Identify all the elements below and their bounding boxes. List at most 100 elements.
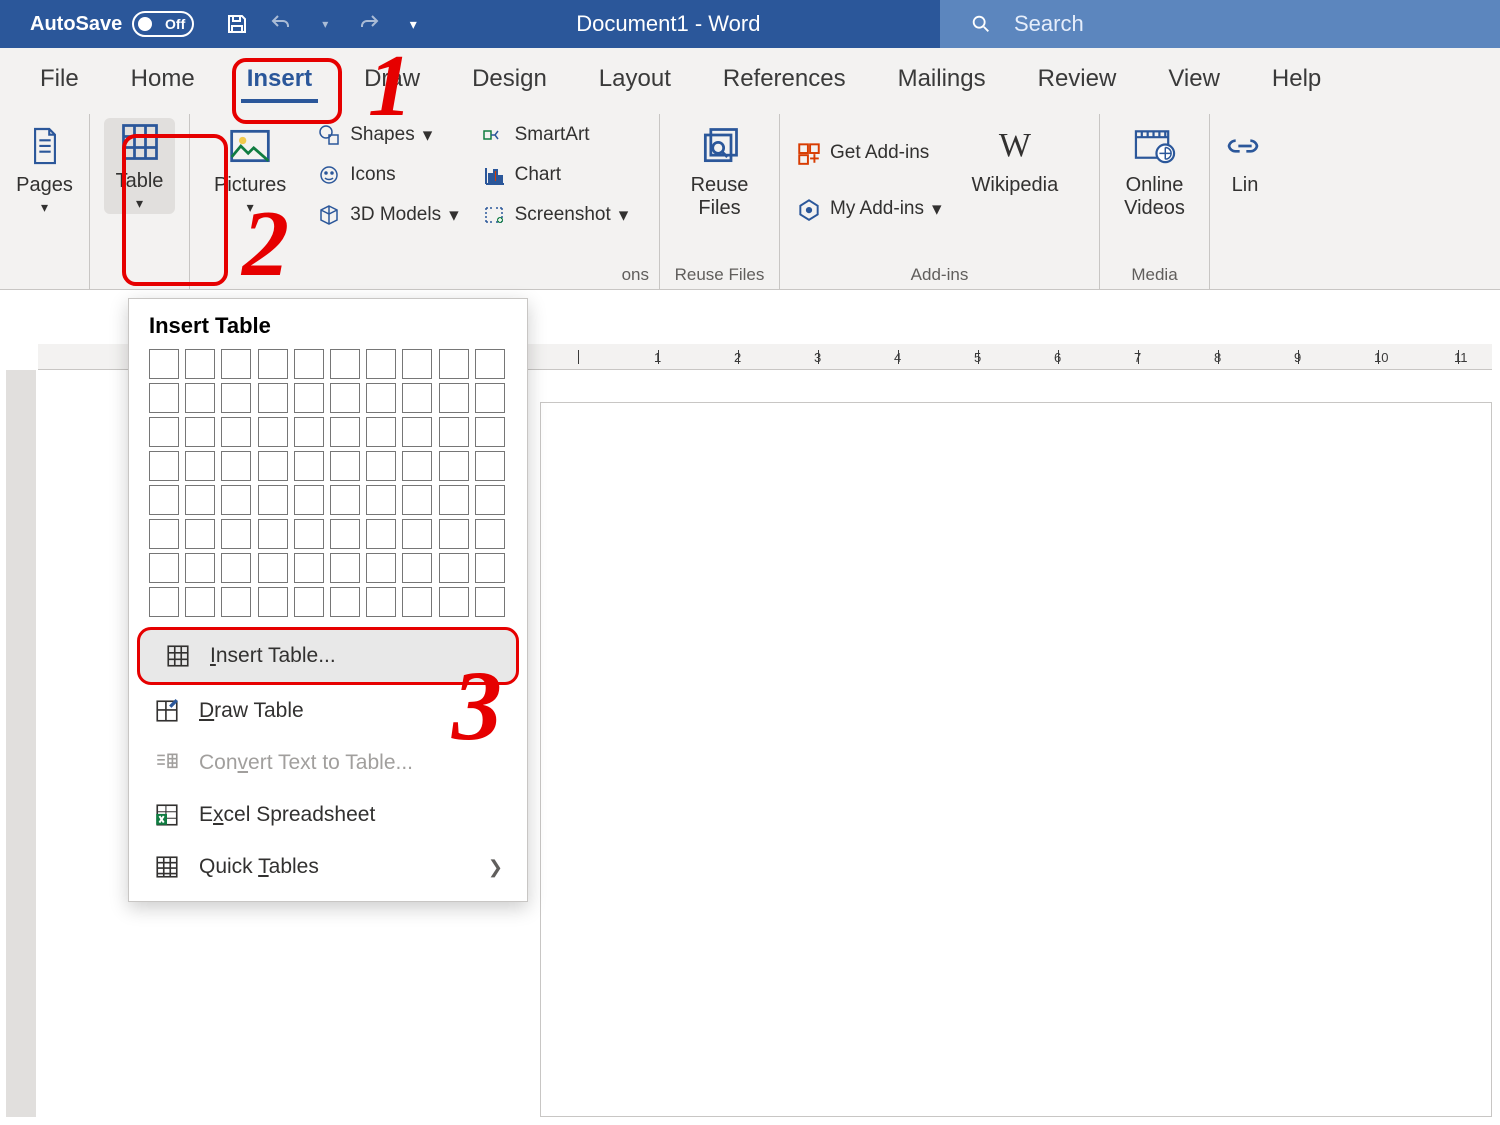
table-button[interactable]: Table ▾ [104,118,175,214]
3d-models-button[interactable]: 3D Models ▾ [314,198,460,232]
table-grid-cell[interactable] [475,485,505,515]
search-box[interactable]: Search [940,0,1500,48]
table-grid-cell[interactable] [475,587,505,617]
table-grid-cell[interactable] [294,485,324,515]
table-grid-cell[interactable] [221,553,251,583]
table-grid-cell[interactable] [439,553,469,583]
table-grid-cell[interactable] [294,349,324,379]
table-grid-cell[interactable] [475,383,505,413]
table-grid-cell[interactable] [475,451,505,481]
table-grid-cell[interactable] [475,553,505,583]
table-grid-cell[interactable] [402,383,432,413]
table-grid-cell[interactable] [366,519,396,549]
autosave-toggle[interactable]: Off [132,11,194,37]
table-grid-cell[interactable] [258,587,288,617]
table-grid-cell[interactable] [149,383,179,413]
table-grid-cell[interactable] [439,451,469,481]
table-grid-cell[interactable] [330,451,360,481]
table-grid-cell[interactable] [294,553,324,583]
table-grid-cell[interactable] [366,485,396,515]
menu-excel-spreadsheet[interactable]: Excel Spreadsheet [129,789,527,841]
table-grid-cell[interactable] [366,587,396,617]
table-grid-cell[interactable] [221,587,251,617]
table-grid-cell[interactable] [149,485,179,515]
screenshot-button[interactable]: Screenshot▾ [479,198,631,232]
table-grid-cell[interactable] [185,451,215,481]
table-grid-cell[interactable] [366,417,396,447]
table-grid-cell[interactable] [366,451,396,481]
table-grid-cell[interactable] [439,485,469,515]
customize-qat-icon[interactable]: ▾ [400,11,426,37]
table-grid-cell[interactable] [475,519,505,549]
vertical-ruler[interactable] [6,370,36,1117]
table-grid-cell[interactable] [402,417,432,447]
table-grid-cell[interactable] [221,349,251,379]
table-grid-cell[interactable] [149,417,179,447]
table-grid-cell[interactable] [258,383,288,413]
table-grid-cell[interactable] [221,485,251,515]
table-size-grid[interactable] [129,349,527,627]
table-grid-cell[interactable] [221,417,251,447]
online-videos-button[interactable]: Online Videos [1114,118,1195,226]
table-grid-cell[interactable] [330,553,360,583]
link-button[interactable]: Lin [1224,118,1266,203]
smartart-button[interactable]: SmartArt [479,118,631,152]
table-grid-cell[interactable] [258,451,288,481]
table-grid-cell[interactable] [149,451,179,481]
table-grid-cell[interactable] [439,349,469,379]
table-grid-cell[interactable] [258,485,288,515]
table-grid-cell[interactable] [402,587,432,617]
table-grid-cell[interactable] [258,519,288,549]
qat-chevron-down-icon[interactable]: ▾ [312,11,338,37]
undo-icon[interactable] [268,11,294,37]
tab-help[interactable]: Help [1246,51,1347,107]
icons-button[interactable]: Icons [314,158,460,192]
table-grid-cell[interactable] [439,519,469,549]
table-grid-cell[interactable] [330,417,360,447]
table-grid-cell[interactable] [402,553,432,583]
table-grid-cell[interactable] [149,519,179,549]
table-grid-cell[interactable] [185,553,215,583]
table-grid-cell[interactable] [366,383,396,413]
pictures-button[interactable]: Pictures ▾ [204,118,296,232]
pages-button[interactable]: Pages ▾ [14,118,75,222]
tab-file[interactable]: File [14,51,105,107]
my-addins-button[interactable]: My Add-ins ▾ [794,192,944,226]
menu-quick-tables[interactable]: Quick Tables ❯ [129,841,527,893]
tab-home[interactable]: Home [105,51,221,107]
table-grid-cell[interactable] [149,553,179,583]
wikipedia-button[interactable]: W Wikipedia [962,118,1069,203]
table-grid-cell[interactable] [366,553,396,583]
table-grid-cell[interactable] [475,417,505,447]
document-page[interactable] [540,402,1492,1117]
tab-mailings[interactable]: Mailings [872,51,1012,107]
shapes-button[interactable]: Shapes▾ [314,118,460,152]
table-grid-cell[interactable] [258,349,288,379]
table-grid-cell[interactable] [185,417,215,447]
table-grid-cell[interactable] [185,587,215,617]
menu-insert-table[interactable]: Insert Table... [137,627,519,685]
table-grid-cell[interactable] [402,451,432,481]
table-grid-cell[interactable] [221,519,251,549]
table-grid-cell[interactable] [149,587,179,617]
table-grid-cell[interactable] [330,485,360,515]
table-grid-cell[interactable] [185,383,215,413]
save-icon[interactable] [224,11,250,37]
table-grid-cell[interactable] [439,417,469,447]
table-grid-cell[interactable] [294,519,324,549]
chart-button[interactable]: Chart [479,158,631,192]
table-grid-cell[interactable] [221,451,251,481]
table-grid-cell[interactable] [294,383,324,413]
redo-icon[interactable] [356,11,382,37]
table-grid-cell[interactable] [402,349,432,379]
table-grid-cell[interactable] [185,519,215,549]
table-grid-cell[interactable] [330,519,360,549]
tab-layout[interactable]: Layout [573,51,697,107]
table-grid-cell[interactable] [402,519,432,549]
table-grid-cell[interactable] [330,349,360,379]
table-grid-cell[interactable] [439,383,469,413]
reuse-files-button[interactable]: Reuse Files [674,118,765,226]
table-grid-cell[interactable] [221,383,251,413]
table-grid-cell[interactable] [258,553,288,583]
table-grid-cell[interactable] [185,349,215,379]
